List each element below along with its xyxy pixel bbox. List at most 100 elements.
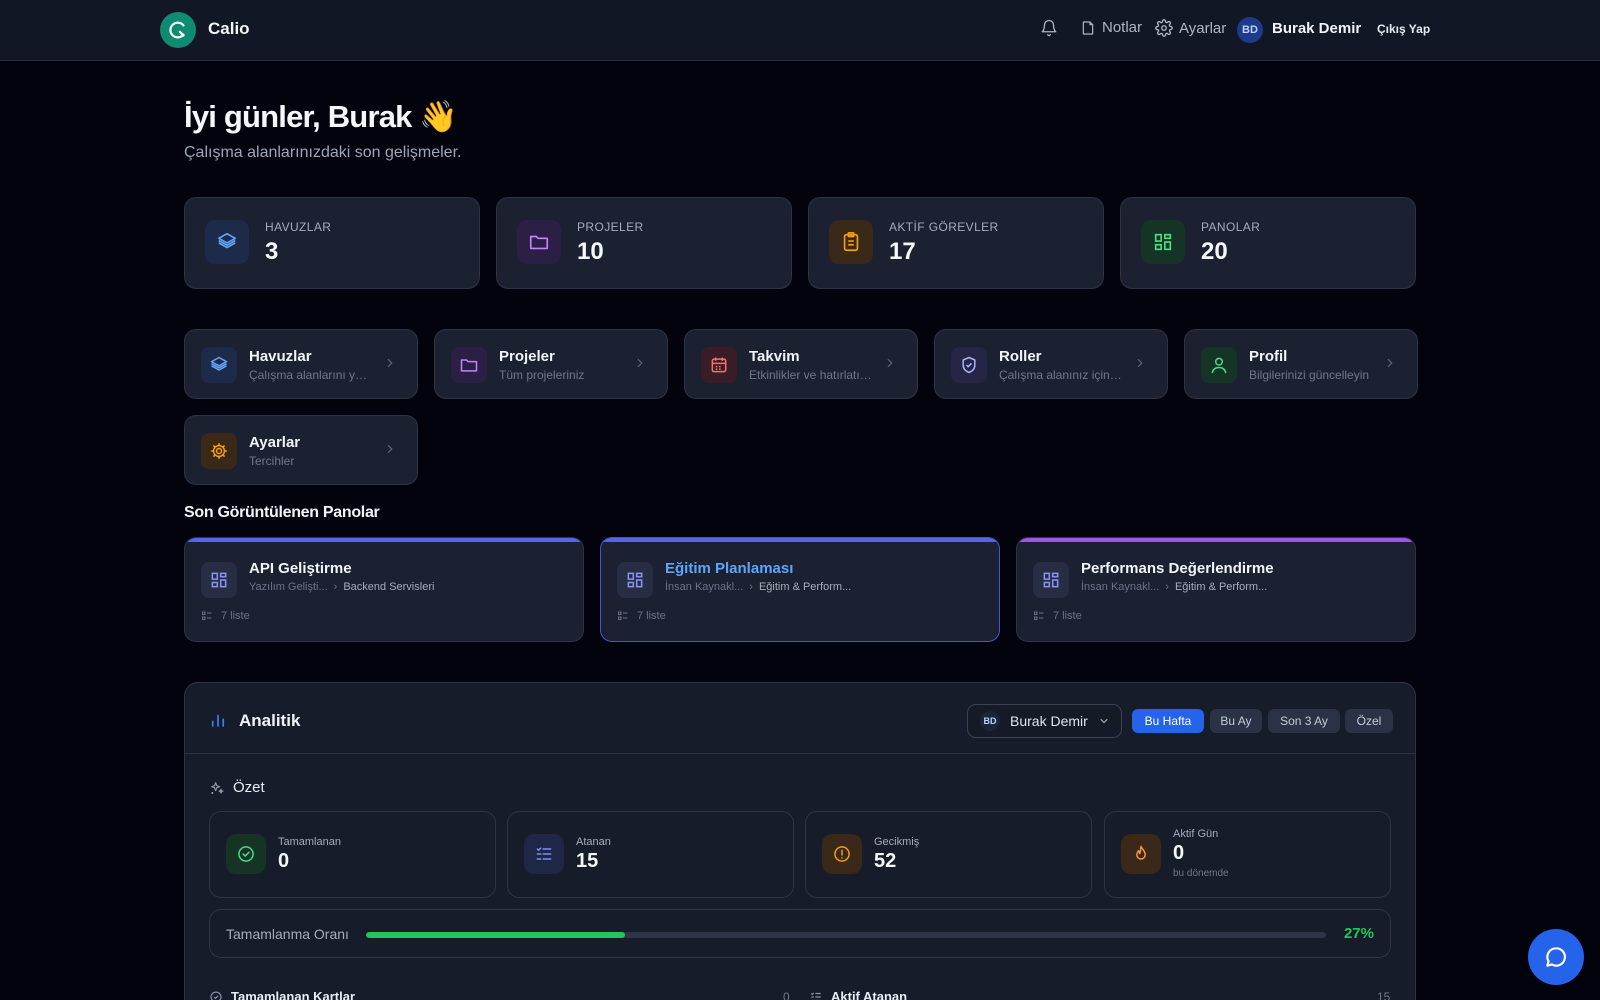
nav-card-roles[interactable]: Roller Çalışma alanınız için roller: [934, 329, 1168, 399]
user-select[interactable]: BD Burak Demir: [967, 704, 1122, 738]
summary-icon-box: [524, 834, 564, 874]
nav-card-title: Havuzlar: [249, 348, 312, 365]
note-icon: [1082, 20, 1094, 35]
notes-link[interactable]: Notlar: [1080, 19, 1142, 36]
stat-card-pools[interactable]: HAVUZLAR 3: [184, 197, 480, 289]
analytics-header: Analitik BD Burak Demir Bu Hafta Bu Ay S…: [185, 683, 1415, 754]
range-custom[interactable]: Özel: [1345, 709, 1393, 733]
nav-card-subtitle: Tercihler: [249, 454, 295, 468]
grid-icon: [1043, 572, 1059, 588]
app-logo[interactable]: [160, 12, 196, 48]
breadcrumb-workspace[interactable]: İnsan Kaynakl...: [1081, 581, 1159, 593]
user-select-value: Burak Demir: [1010, 713, 1088, 729]
folder-icon: [529, 235, 549, 250]
board-card-api[interactable]: API Geliştirme Yazılım Gelişti... › Back…: [184, 537, 584, 642]
folder-icon: [460, 359, 478, 372]
summary-value: 15: [576, 850, 599, 872]
summary-value: 0: [278, 850, 290, 872]
breadcrumb-workspace[interactable]: İnsan Kaynakl...: [665, 581, 743, 593]
list-icon: [202, 611, 212, 620]
chevron-right-icon: [387, 444, 393, 454]
nav-card-subtitle: Etkinlikler ve hatırlatıcılar: [749, 368, 873, 382]
nav-card-subtitle: Çalışma alanınız için roller: [999, 368, 1123, 382]
nav-card-calendar[interactable]: Takvim Etkinlikler ve hatırlatıcılar: [684, 329, 918, 399]
avatar: BD: [980, 711, 1000, 731]
completed-cards-count: 0: [783, 990, 790, 1000]
settings-link[interactable]: Ayarlar: [1155, 19, 1226, 37]
nav-card-profile[interactable]: Profil Bilgilerinizi güncelleyin: [1184, 329, 1418, 399]
notifications-button[interactable]: [1040, 19, 1058, 37]
board-meta: 7 liste: [617, 610, 666, 622]
stat-value: 20: [1201, 238, 1228, 265]
stat-label: PANOLAR: [1201, 220, 1261, 234]
alert-circle-icon: [834, 846, 850, 862]
stat-icon-box: [205, 220, 249, 264]
check-circle-icon: [238, 846, 254, 862]
breadcrumb-project[interactable]: Eğitim & Perform...: [1175, 581, 1267, 593]
list-icon: [618, 611, 628, 620]
user-menu[interactable]: BD: [1237, 17, 1263, 43]
gear-icon: [211, 443, 227, 459]
nav-card-projects[interactable]: Projeler Tüm projeleriniz: [434, 329, 668, 399]
nav-card-subtitle: Çalışma alanlarını yönetin: [249, 368, 373, 382]
board-accent-bar: [1017, 538, 1415, 542]
nav-icon-box: [951, 347, 987, 383]
chevron-right-icon: ›: [749, 581, 753, 593]
board-card-performance[interactable]: Performans Değerlendirme İnsan Kaynakl..…: [1016, 537, 1416, 642]
range-last-3-months[interactable]: Son 3 Ay: [1268, 709, 1340, 733]
avatar: BD: [1237, 17, 1263, 43]
stat-label: HAVUZLAR: [265, 220, 332, 234]
nav-card-settings[interactable]: Ayarlar Tercihler: [184, 415, 418, 485]
board-accent-bar: [185, 538, 583, 542]
stat-card-active-tasks[interactable]: AKTİF GÖREVLER 17: [808, 197, 1104, 289]
summary-card-completed: Tamamlanan 0: [209, 811, 496, 898]
board-card-training[interactable]: Eğitim Planlaması İnsan Kaynakl... › Eği…: [600, 537, 1000, 642]
stat-card-boards[interactable]: PANOLAR 20: [1120, 197, 1416, 289]
top-bar: Calio Notlar Ayarlar BD Burak Demir Çıkı…: [0, 0, 1600, 61]
summary-card-overdue: Gecikmiş 52: [805, 811, 1092, 898]
logout-button[interactable]: Çıkış Yap: [1377, 22, 1430, 36]
user-name[interactable]: Burak Demir: [1272, 20, 1361, 37]
board-list-count: 7 liste: [637, 610, 666, 622]
board-meta: 7 liste: [201, 610, 250, 622]
nav-icon-box: [1201, 347, 1237, 383]
summary-value: 0: [1173, 842, 1185, 864]
breadcrumb-project[interactable]: Backend Servisleri: [343, 581, 434, 593]
stat-icon-box: [517, 220, 561, 264]
user-icon: [1211, 357, 1227, 374]
chevron-right-icon: [887, 358, 893, 368]
breadcrumb-project[interactable]: Eğitim & Perform...: [759, 581, 851, 593]
stat-value: 3: [265, 238, 279, 265]
summary-icon-box: [226, 834, 266, 874]
stat-icon-box: [1141, 220, 1185, 264]
active-assigned-heading: Aktif Atanan: [809, 989, 907, 1000]
summary-label: Atanan: [576, 836, 611, 848]
chat-button[interactable]: [1528, 929, 1584, 985]
grid-icon: [1154, 233, 1172, 251]
range-this-week[interactable]: Bu Hafta: [1132, 709, 1204, 733]
completed-cards-heading: Tamamlanan Kartlar: [209, 989, 355, 1000]
list-check-icon: [810, 992, 821, 1000]
page-title: İyi günler, Burak 👋: [184, 99, 458, 134]
nav-card-title: Projeler: [499, 348, 555, 365]
board-title: Eğitim Planlaması: [665, 560, 794, 577]
completed-cards-title: Tamamlanan Kartlar: [231, 989, 356, 1000]
grid-icon: [627, 572, 643, 588]
clipboard-icon: [843, 232, 859, 252]
active-assigned-count: 15: [1377, 990, 1391, 1000]
list-icon: [1034, 611, 1044, 620]
range-this-month[interactable]: Bu Ay: [1210, 709, 1262, 733]
breadcrumb: İnsan Kaynakl... › Eğitim & Perform...: [665, 581, 851, 593]
sparkles-icon: [211, 781, 224, 794]
summary-title: Özet: [233, 779, 265, 796]
shield-icon: [962, 356, 976, 374]
page-subtitle: Çalışma alanlarınızdaki son gelişmeler.: [184, 144, 462, 161]
active-assigned-title: Aktif Atanan: [831, 989, 908, 1000]
nav-icon-box: [201, 433, 237, 469]
stat-card-projects[interactable]: PROJELER 10: [496, 197, 792, 289]
layers-icon: [217, 232, 237, 249]
nav-card-pools[interactable]: Havuzlar Çalışma alanlarını yönetin: [184, 329, 418, 399]
summary-card-active-days: Aktif Gün 0 bu dönemde: [1104, 811, 1391, 898]
breadcrumb-workspace[interactable]: Yazılım Gelişti...: [249, 581, 328, 593]
nav-card-subtitle: Tüm projeleriniz: [499, 368, 585, 382]
